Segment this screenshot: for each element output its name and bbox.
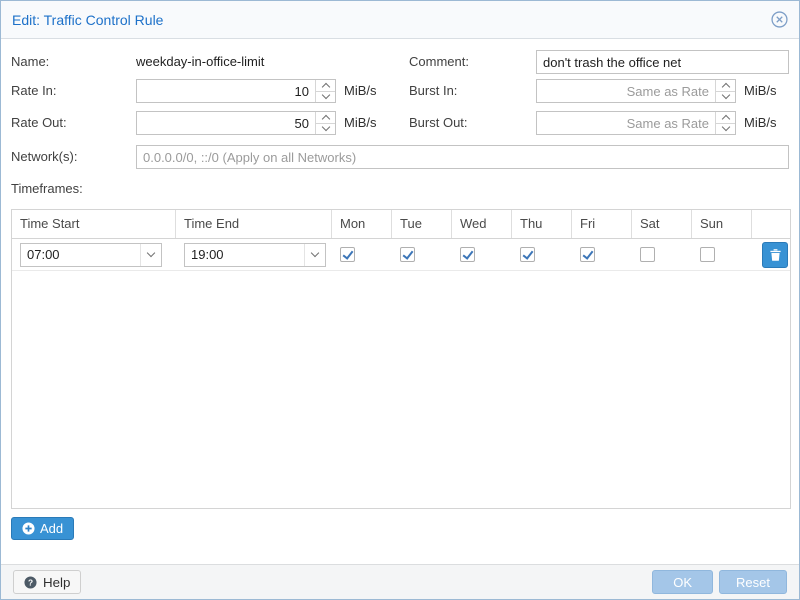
col-header-tue[interactable]: Tue <box>392 210 452 238</box>
burst-in-label: Burst In: <box>409 83 457 98</box>
checkbox-tue[interactable] <box>400 247 415 262</box>
help-button[interactable]: ? Help <box>13 570 81 594</box>
trash-icon <box>770 249 781 261</box>
rate-in-label: Rate In: <box>11 83 57 98</box>
name-label: Name: <box>11 54 49 69</box>
spinner-down-icon[interactable] <box>716 92 735 103</box>
networks-label: Network(s): <box>11 149 77 164</box>
rate-in-spinner <box>315 80 335 102</box>
burst-out-spinner <box>715 112 735 134</box>
checkbox-mon[interactable] <box>340 247 355 262</box>
time-start-value: 07:00 <box>27 247 140 262</box>
checkbox-sun[interactable] <box>700 247 715 262</box>
ok-button[interactable]: OK <box>652 570 713 594</box>
thu-cell <box>512 247 572 262</box>
col-header-thu[interactable]: Thu <box>512 210 572 238</box>
footer-bar: ? Help OK Reset <box>1 564 799 599</box>
timeframes-label: Timeframes: <box>11 181 83 196</box>
col-header-mon[interactable]: Mon <box>332 210 392 238</box>
actions-cell <box>752 242 790 268</box>
chevron-down-icon[interactable] <box>304 244 325 266</box>
rate-in-input[interactable] <box>137 80 335 102</box>
col-header-time-start[interactable]: Time Start <box>12 210 176 238</box>
fri-cell <box>572 247 632 262</box>
mon-cell <box>332 247 392 262</box>
checkbox-wed[interactable] <box>460 247 475 262</box>
plus-circle-icon <box>22 522 35 535</box>
comment-input[interactable] <box>537 51 788 73</box>
checkbox-fri[interactable] <box>580 247 595 262</box>
rate-out-field <box>136 111 336 135</box>
col-header-sun[interactable]: Sun <box>692 210 752 238</box>
col-header-wed[interactable]: Wed <box>452 210 512 238</box>
rate-in-unit: MiB/s <box>344 83 377 98</box>
help-button-label: Help <box>43 575 70 590</box>
comment-field <box>536 50 789 74</box>
time-start-cell: 07:00 <box>12 243 176 267</box>
spinner-down-icon[interactable] <box>316 92 335 103</box>
svg-text:?: ? <box>28 577 33 587</box>
delete-row-button[interactable] <box>762 242 788 268</box>
spinner-down-icon[interactable] <box>716 124 735 135</box>
checkbox-sat[interactable] <box>640 247 655 262</box>
close-button[interactable] <box>771 11 788 28</box>
burst-in-spinner <box>715 80 735 102</box>
rate-out-label: Rate Out: <box>11 115 67 130</box>
footer-actions: OK Reset <box>652 570 787 594</box>
question-circle-icon: ? <box>24 576 37 589</box>
col-header-sat[interactable]: Sat <box>632 210 692 238</box>
burst-in-unit: MiB/s <box>744 83 777 98</box>
burst-out-unit: MiB/s <box>744 115 777 130</box>
spinner-down-icon[interactable] <box>316 124 335 135</box>
col-header-fri[interactable]: Fri <box>572 210 632 238</box>
rate-in-field <box>136 79 336 103</box>
sun-cell <box>692 247 752 262</box>
dialog-title: Edit: Traffic Control Rule <box>12 12 163 28</box>
name-value: weekday-in-office-limit <box>136 54 264 69</box>
window-header: Edit: Traffic Control Rule <box>1 1 799 39</box>
grid-header-row: Time Start Time End Mon Tue Wed Thu Fri … <box>12 210 790 239</box>
rate-out-spinner <box>315 112 335 134</box>
wed-cell <box>452 247 512 262</box>
add-button[interactable]: Add <box>11 517 74 540</box>
time-end-value: 19:00 <box>191 247 304 262</box>
burst-out-label: Burst Out: <box>409 115 468 130</box>
burst-out-field <box>536 111 736 135</box>
chevron-down-icon[interactable] <box>140 244 161 266</box>
col-header-actions <box>752 210 790 238</box>
close-icon <box>771 11 788 28</box>
time-start-combo[interactable]: 07:00 <box>20 243 162 267</box>
col-header-time-end[interactable]: Time End <box>176 210 332 238</box>
burst-out-input[interactable] <box>537 112 735 134</box>
tue-cell <box>392 247 452 262</box>
timeframe-row[interactable]: 07:00 19:00 <box>12 239 790 271</box>
burst-in-field <box>536 79 736 103</box>
rate-out-unit: MiB/s <box>344 115 377 130</box>
comment-label: Comment: <box>409 54 469 69</box>
rate-out-input[interactable] <box>137 112 335 134</box>
sat-cell <box>632 247 692 262</box>
time-end-cell: 19:00 <box>176 243 332 267</box>
reset-button[interactable]: Reset <box>719 570 787 594</box>
add-button-label: Add <box>40 521 63 536</box>
timeframes-grid: Time Start Time End Mon Tue Wed Thu Fri … <box>11 209 791 509</box>
checkbox-thu[interactable] <box>520 247 535 262</box>
networks-input[interactable] <box>137 146 788 168</box>
time-end-combo[interactable]: 19:00 <box>184 243 326 267</box>
burst-in-input[interactable] <box>537 80 735 102</box>
networks-field <box>136 145 789 169</box>
